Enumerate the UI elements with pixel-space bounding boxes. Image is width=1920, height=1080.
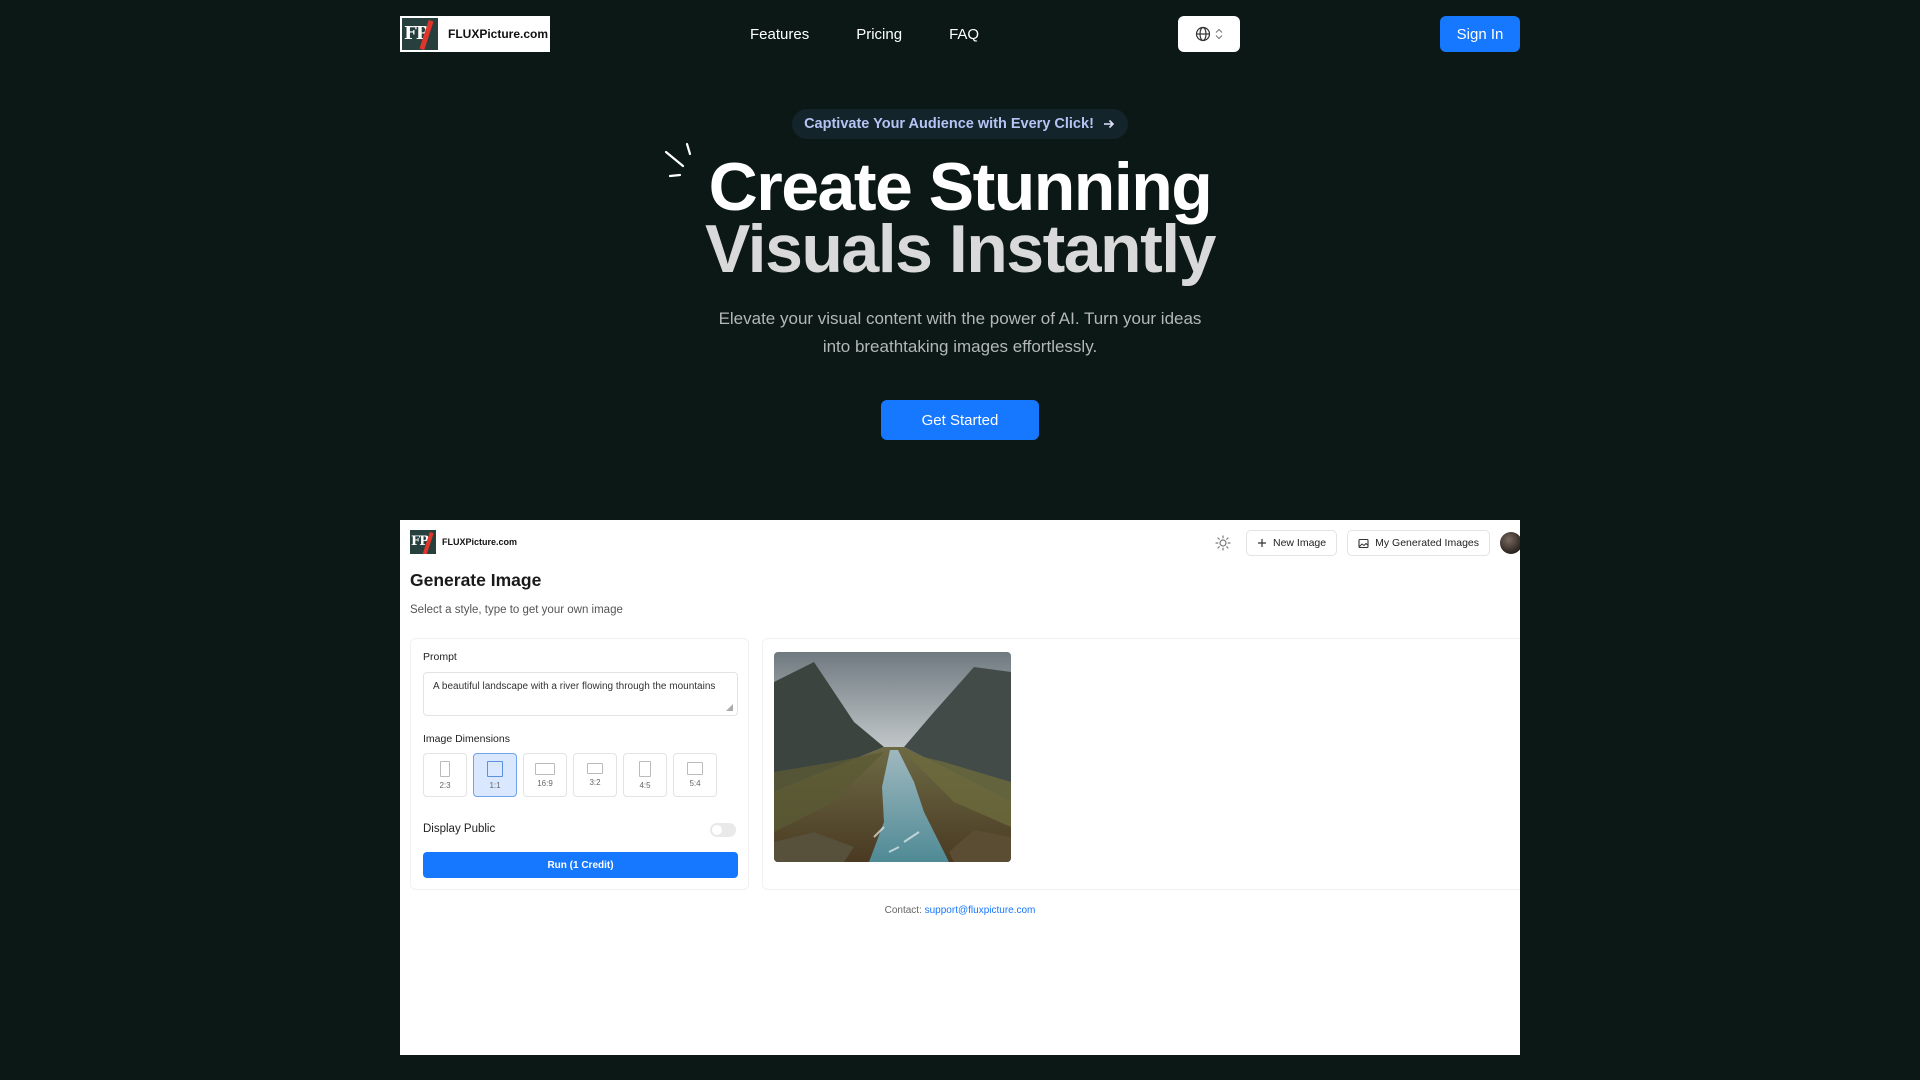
ratio-option-4-5[interactable]: 4:5 — [623, 753, 667, 797]
app-preview: FP FLUXPicture.com New Image My Generate… — [400, 520, 1520, 1055]
sign-in-button[interactable]: Sign In — [1440, 16, 1520, 52]
ratio-option-3-2[interactable]: 3:2 — [573, 753, 617, 797]
contact-label: Contact: — [884, 905, 922, 916]
my-generated-images-button[interactable]: My Generated Images — [1347, 530, 1490, 556]
avatar[interactable] — [1500, 532, 1520, 554]
nav-link-features[interactable]: Features — [750, 26, 809, 43]
chevron-up-down-icon — [1215, 28, 1223, 40]
hero-subtitle-line2: into breathtaking images effortlessly. — [822, 337, 1098, 356]
announcement-badge[interactable]: Captivate Your Audience with Every Click… — [792, 109, 1128, 139]
globe-icon — [1195, 26, 1211, 42]
preview-logo-mark-icon: FP — [410, 530, 436, 554]
ratio-wide-icon — [535, 762, 555, 775]
resize-handle-icon[interactable] — [726, 704, 733, 711]
logo-mark-icon: FP — [402, 18, 438, 50]
arrow-right-icon — [1103, 119, 1115, 129]
ratio-portrait-icon — [440, 760, 450, 777]
landscape-image — [774, 652, 1011, 862]
nav-link-pricing[interactable]: Pricing — [856, 26, 902, 43]
site-logo[interactable]: FP FLUXPicture.com — [400, 16, 550, 52]
hero-title: Create Stunning Visuals Instantly — [560, 149, 1360, 287]
contact-email-link[interactable]: support@fluxpicture.com — [925, 905, 1036, 916]
hero-title-line2: Visuals Instantly — [705, 211, 1216, 287]
generated-image[interactable] — [774, 652, 1011, 862]
ratio-option-5-4[interactable]: 5:4 — [673, 753, 717, 797]
prompt-label: Prompt — [423, 651, 457, 663]
display-public-toggle[interactable] — [710, 823, 736, 837]
top-nav: FP FLUXPicture.com Features Pricing FAQ … — [400, 16, 1520, 52]
preview-logo-text: FLUXPicture.com — [442, 537, 518, 547]
ratio-label: 5:4 — [689, 779, 701, 788]
my-images-label: My Generated Images — [1375, 537, 1479, 549]
ratio-landscape-icon — [687, 762, 703, 775]
dimensions-label: Image Dimensions — [423, 733, 510, 745]
new-image-label: New Image — [1273, 537, 1327, 549]
run-button[interactable]: Run (1 Credit) — [423, 852, 738, 878]
ratio-portrait-icon — [639, 760, 651, 777]
ratio-option-16-9[interactable]: 16:9 — [523, 753, 567, 797]
ratio-label: 3:2 — [589, 778, 601, 787]
generate-subtitle: Select a style, type to get your own ima… — [410, 604, 623, 616]
hero-subtitle-line1: Elevate your visual content with the pow… — [718, 309, 1202, 328]
contact-footer: Contact: support@fluxpicture.com — [400, 905, 1520, 916]
ratio-square-icon — [487, 760, 503, 777]
ratio-label: 2:3 — [439, 780, 451, 790]
logo-text: FLUXPicture.com — [448, 27, 549, 41]
ratio-label: 4:5 — [639, 780, 651, 790]
image-icon — [1358, 538, 1369, 548]
display-public-label: Display Public — [423, 823, 496, 835]
hero-title-line1: Create Stunning — [708, 149, 1213, 225]
get-started-button[interactable]: Get Started — [881, 400, 1039, 440]
theme-toggle[interactable] — [1214, 534, 1232, 552]
result-panel — [762, 638, 1520, 890]
ratio-options: 2:3 1:1 16:9 3:2 4:5 5:4 — [423, 753, 717, 797]
language-selector[interactable] — [1178, 16, 1240, 52]
ratio-option-1-1[interactable]: 1:1 — [473, 753, 517, 797]
ratio-label: 16:9 — [537, 778, 553, 788]
generate-title: Generate Image — [410, 570, 542, 590]
preview-logo[interactable]: FP FLUXPicture.com — [410, 530, 517, 554]
hero-subtitle: Elevate your visual content with the pow… — [660, 305, 1260, 361]
announcement-text: Captivate Your Audience with Every Click… — [804, 116, 1094, 132]
ratio-landscape-icon — [587, 763, 603, 774]
nav-links: Features Pricing FAQ — [750, 16, 979, 52]
new-image-button[interactable]: New Image — [1246, 530, 1338, 556]
generate-form: Prompt A beautiful landscape with a rive… — [410, 638, 749, 890]
sun-icon — [1215, 535, 1231, 551]
prompt-value: A beautiful landscape with a river flowi… — [433, 681, 716, 692]
preview-toolbar: New Image My Generated Images — [1214, 530, 1520, 556]
plus-icon — [1258, 539, 1266, 547]
ratio-label: 1:1 — [489, 780, 501, 790]
prompt-input[interactable]: A beautiful landscape with a river flowi… — [423, 672, 738, 716]
nav-link-faq[interactable]: FAQ — [949, 26, 979, 43]
ratio-option-2-3[interactable]: 2:3 — [423, 753, 467, 797]
